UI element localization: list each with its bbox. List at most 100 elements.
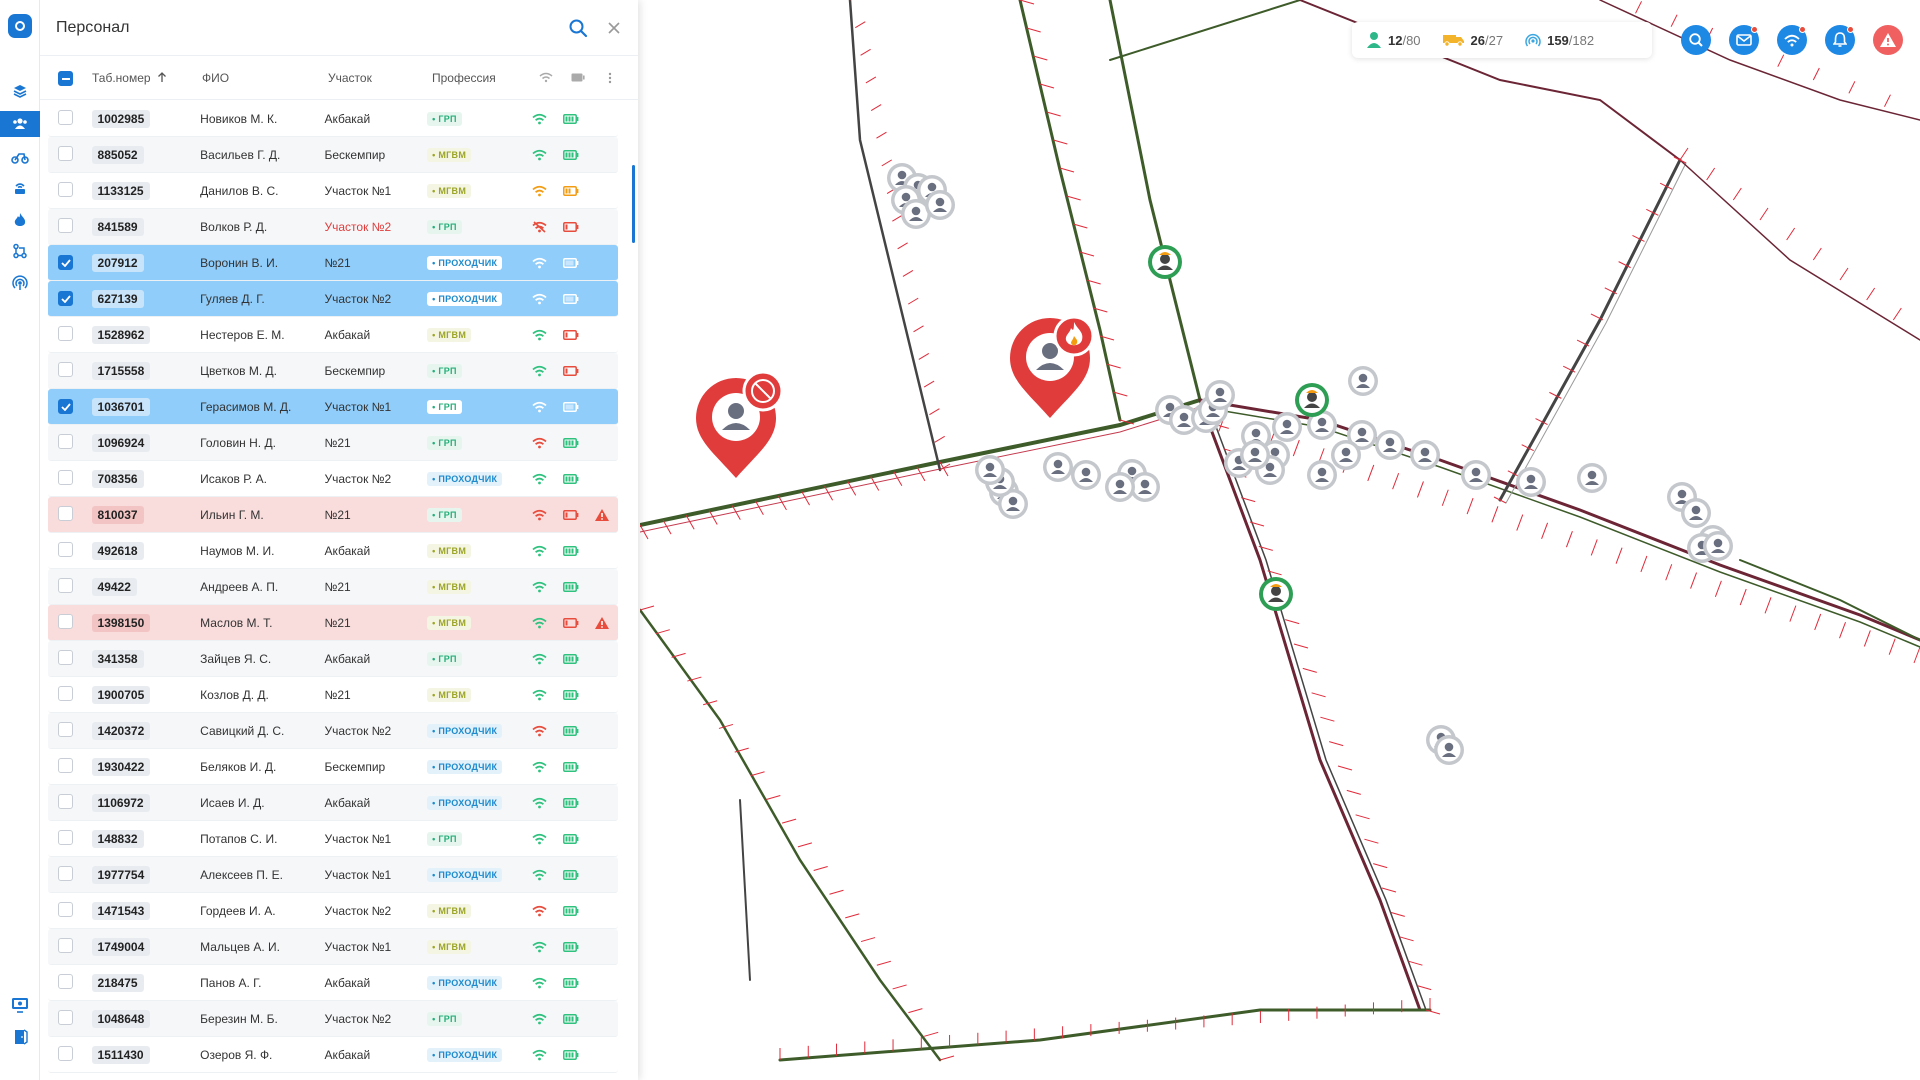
stat-beacons[interactable]: 159/182 (1525, 32, 1594, 48)
worker-marker-offline[interactable] (925, 190, 955, 220)
worker-marker-offline[interactable] (1071, 460, 1101, 490)
row-checkbox[interactable] (58, 937, 73, 953)
row-checkbox[interactable] (58, 649, 73, 665)
worker-marker-offline[interactable] (1516, 467, 1546, 497)
table-row[interactable]: 1471543 Гордеев И. А. Участок №2 • МГВМ (48, 893, 618, 929)
beacon-icon[interactable] (0, 175, 40, 201)
warning-icon[interactable] (594, 508, 610, 522)
table-row[interactable]: 627139 Гуляев Д. Г. Участок №2 • ПРОХОДЧИК (48, 281, 618, 317)
table-row[interactable]: 841589 Волков Р. Д. Участок №2 • ГРП (48, 209, 618, 245)
table-row[interactable]: 885052 Васильев Г. Д. Бескемпир • МГВМ (48, 137, 618, 173)
mine-map[interactable] (640, 0, 1920, 1080)
worker-marker-offline[interactable] (1205, 380, 1235, 410)
row-checkbox[interactable] (58, 181, 73, 197)
row-checkbox[interactable] (58, 145, 73, 161)
worker-marker-offline[interactable] (1375, 430, 1405, 460)
alarm-marker-no-entry[interactable] (696, 370, 784, 478)
worker-marker-active[interactable] (1259, 577, 1293, 611)
row-checkbox[interactable] (58, 1045, 73, 1061)
vehicle-icon[interactable] (0, 144, 40, 170)
fire-icon[interactable] (0, 207, 40, 233)
select-all-checkbox[interactable] (58, 71, 73, 87)
table-row[interactable]: 1977754 Алексеев П. Е. Участок №1 • ПРОХОДЧ… (48, 857, 618, 893)
table-row[interactable]: 218475 Панов А. Г. Акбакай • ПРОХОДЧИК (48, 965, 618, 1001)
stat-vehicles[interactable]: 26/27 (1442, 33, 1503, 48)
table-row[interactable]: 148832 Потапов С. И. Участок №1 • ГРП (48, 821, 618, 857)
worker-marker-offline[interactable] (1272, 412, 1302, 442)
row-checkbox[interactable] (58, 217, 73, 233)
table-row[interactable]: 1528962 Нестеров Е. М. Акбакай • МГВМ (48, 317, 618, 353)
table-row[interactable]: 708356 Исаков Р. А. Участок №2 • ПРОХОДЧИК (48, 461, 618, 497)
table-row[interactable]: 1096924 Головин Н. Д. №21 • ГРП (48, 425, 618, 461)
row-checkbox[interactable] (58, 255, 73, 270)
row-checkbox[interactable] (58, 973, 73, 989)
row-checkbox[interactable] (58, 865, 73, 881)
row-checkbox[interactable] (58, 109, 73, 125)
table-row[interactable]: 492618 Наумов М. И. Акбакай • МГВМ (48, 533, 618, 569)
worker-marker-offline[interactable] (1348, 366, 1378, 396)
row-checkbox[interactable] (58, 361, 73, 377)
column-area[interactable]: Участок (308, 71, 418, 85)
row-checkbox[interactable] (58, 577, 73, 593)
row-checkbox[interactable] (58, 613, 73, 629)
column-tab-number[interactable]: Таб.номер (88, 71, 178, 85)
worker-marker-offline[interactable] (1307, 460, 1337, 490)
worker-marker-offline[interactable] (1105, 472, 1135, 502)
table-row[interactable]: 1715558 Цветков М. Д. Бескемпир • ГРП (48, 353, 618, 389)
close-icon[interactable] (602, 16, 626, 40)
worker-marker-offline[interactable] (1577, 463, 1607, 493)
mail-button[interactable] (1729, 25, 1759, 55)
alert-button[interactable] (1873, 25, 1903, 55)
worker-marker-offline[interactable] (1240, 440, 1270, 470)
search-button[interactable] (1681, 25, 1711, 55)
table-row[interactable]: 341358 Зайцев Я. С. Акбакай • ГРП (48, 641, 618, 677)
app-logo[interactable] (8, 14, 32, 38)
sort-arrow-icon[interactable] (157, 72, 167, 83)
row-checkbox[interactable] (58, 291, 73, 306)
scrollbar[interactable] (632, 165, 635, 243)
alarm-marker-fire[interactable] (1010, 315, 1095, 418)
worker-marker-active[interactable] (1295, 383, 1329, 417)
column-profession[interactable]: Профессия (418, 71, 530, 85)
row-checkbox[interactable] (58, 757, 73, 773)
worker-marker-offline[interactable] (975, 455, 1005, 485)
row-checkbox[interactable] (58, 399, 73, 414)
table-row[interactable]: 1398150 Маслов М. Т. №21 • МГВМ (48, 605, 618, 641)
row-checkbox[interactable] (58, 469, 73, 485)
row-checkbox[interactable] (58, 901, 73, 917)
column-fio[interactable]: ФИО (178, 71, 308, 85)
table-row[interactable]: 207912 Воронин В. И. №21 • ПРОХОДЧИК (48, 245, 618, 281)
worker-marker-offline[interactable] (1703, 531, 1733, 561)
table-row[interactable]: 49422 Андреев А. П. №21 • МГВМ (48, 569, 618, 605)
search-icon[interactable] (566, 16, 590, 40)
row-checkbox[interactable] (58, 325, 73, 341)
people-icon[interactable] (0, 111, 40, 137)
notifications-button[interactable] (1825, 25, 1855, 55)
row-checkbox[interactable] (58, 541, 73, 557)
warning-icon[interactable] (594, 616, 610, 630)
row-checkbox[interactable] (58, 433, 73, 449)
worker-marker-offline[interactable] (1461, 460, 1491, 490)
more-options-icon[interactable] (594, 72, 626, 84)
table-row[interactable]: 1420372 Савицкий Д. С. Участок №2 • ПРОХОДЧ… (48, 713, 618, 749)
table-row[interactable]: 1106972 Исаев И. Д. Акбакай • ПРОХОДЧИК (48, 785, 618, 821)
stat-people[interactable]: 12/80 (1366, 31, 1421, 49)
worker-marker-offline[interactable] (1434, 735, 1464, 765)
wifi-button[interactable] (1777, 25, 1807, 55)
antenna-icon[interactable] (0, 270, 40, 296)
layers-icon[interactable] (0, 78, 40, 104)
row-checkbox[interactable] (58, 793, 73, 809)
row-checkbox[interactable] (58, 829, 73, 845)
row-checkbox[interactable] (58, 1009, 73, 1025)
table-row[interactable]: 810037 Ильин Г. М. №21 • ГРП (48, 497, 618, 533)
table-row[interactable]: 1002985 Новиков М. К. Акбакай • ГРП (48, 101, 618, 137)
worker-marker-offline[interactable] (1410, 440, 1440, 470)
worker-marker-offline[interactable] (1331, 440, 1361, 470)
exit-icon[interactable] (0, 1024, 40, 1050)
table-row[interactable]: 1511430 Озеров Я. Ф. Акбакай • ПРОХОДЧИК (48, 1037, 618, 1073)
worker-marker-active[interactable] (1148, 245, 1182, 279)
row-checkbox[interactable] (58, 685, 73, 701)
row-checkbox[interactable] (58, 505, 73, 521)
table-row[interactable]: 1048648 Березин М. Б. Участок №2 • ГРП (48, 1001, 618, 1037)
table-row[interactable]: 1900705 Козлов Д. Д. №21 • МГВМ (48, 677, 618, 713)
